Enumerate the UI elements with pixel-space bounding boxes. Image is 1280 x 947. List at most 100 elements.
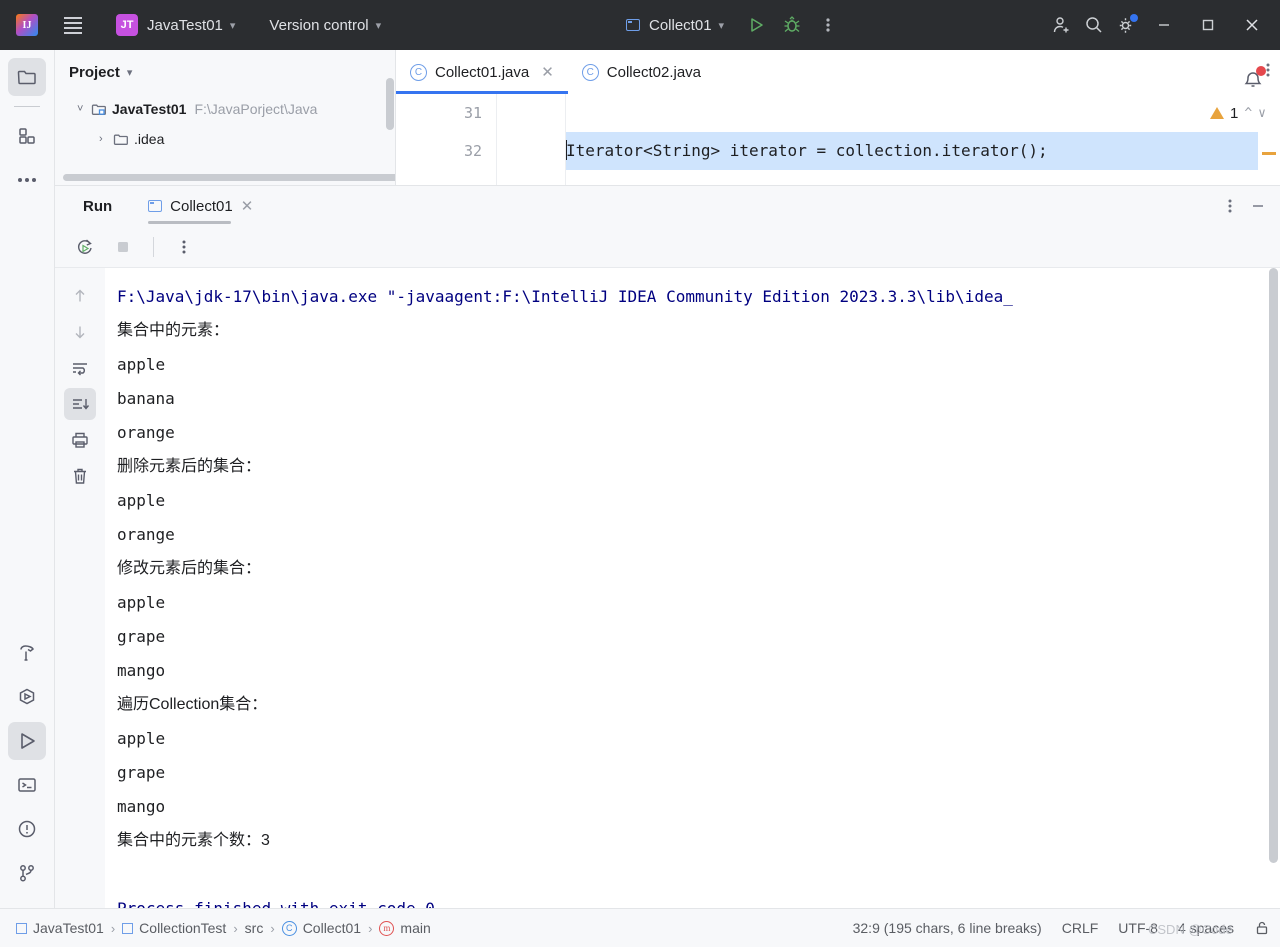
chevron-down-icon: ▾: [229, 19, 236, 32]
breadcrumb-label: CollectionTest: [139, 920, 227, 936]
minimize-icon[interactable]: [1142, 5, 1186, 45]
run-icon[interactable]: [740, 9, 772, 41]
soft-wrap-icon[interactable]: [64, 352, 96, 384]
hamburger-menu-icon[interactable]: [56, 8, 90, 42]
project-panel: Project ▾ ˅ JavaTest01 F:\JavaPorject\Ja…: [55, 50, 395, 185]
minimize-icon[interactable]: [1250, 198, 1266, 214]
java-class-icon: C: [581, 63, 599, 81]
project-panel-header[interactable]: Project ▾: [55, 50, 395, 94]
editor-marker-bar[interactable]: [1258, 132, 1280, 185]
breadcrumb-item-collect01[interactable]: C Collect01: [281, 920, 361, 936]
module-icon: [16, 922, 27, 934]
notifications-button[interactable]: [1225, 50, 1280, 110]
arrow-up-icon[interactable]: [64, 280, 96, 312]
caret-position[interactable]: 32:9 (195 chars, 6 line breaks): [853, 920, 1042, 936]
console-line: 删除元素后的集合：: [117, 458, 262, 475]
sidebar-item-version-control[interactable]: [8, 854, 46, 892]
code-line-32[interactable]: Iterator<String> iterator = collection.i…: [566, 132, 1280, 170]
sidebar-item-problems[interactable]: [8, 810, 46, 848]
tree-item-label: .idea: [134, 131, 165, 147]
run-config-label: Collect01: [649, 16, 712, 34]
sidebar-item-run[interactable]: [8, 722, 46, 760]
more-vertical-icon[interactable]: [1228, 198, 1232, 214]
editor-tab-collect01[interactable]: C Collect01.java ✕: [396, 50, 568, 94]
close-icon[interactable]: ✕: [541, 63, 554, 81]
more-vertical-icon[interactable]: [812, 9, 844, 41]
run-configuration-selector[interactable]: Collect01 ▾: [620, 13, 730, 38]
code-area[interactable]: 31 32 Iterator<String> iterator = collec…: [396, 94, 1280, 185]
breadcrumb-item-javatest01[interactable]: JavaTest01: [16, 920, 104, 936]
editor-code-lines[interactable]: Iterator<String> iterator = collection.i…: [566, 94, 1280, 185]
console-line: orange: [117, 423, 175, 442]
scroll-to-end-icon[interactable]: [64, 388, 96, 420]
java-class-icon: C: [281, 920, 297, 936]
add-user-icon[interactable]: [1046, 9, 1078, 41]
console-toolbar: [55, 268, 105, 908]
breadcrumb-separator: ›: [110, 920, 116, 936]
trash-icon[interactable]: [64, 460, 96, 492]
chevron-down-icon[interactable]: ▾: [127, 66, 133, 79]
arrow-down-icon[interactable]: [64, 316, 96, 348]
more-horizontal-icon[interactable]: [8, 161, 46, 199]
console-line: apple: [117, 491, 166, 510]
breadcrumb-item-src[interactable]: src: [245, 920, 264, 936]
stop-icon[interactable]: [107, 231, 139, 263]
project-panel-vertical-scrollbar[interactable]: [386, 78, 394, 130]
more-vertical-icon[interactable]: [168, 231, 200, 263]
sidebar-item-terminal[interactable]: [8, 766, 46, 804]
title-bar: IJ JT JavaTest01 ▾ Version control ▾ Col…: [0, 0, 1280, 50]
module-icon: [122, 922, 134, 934]
tree-item-javatest01[interactable]: ˅ JavaTest01 F:\JavaPorject\Java: [55, 94, 395, 124]
expander-icon[interactable]: ›: [99, 133, 113, 145]
console-line: mango: [117, 661, 166, 680]
close-icon[interactable]: ✕: [241, 197, 254, 215]
maximize-icon[interactable]: [1186, 5, 1230, 45]
tree-item-idea[interactable]: › .idea: [55, 124, 395, 154]
sidebar-item-project[interactable]: [8, 58, 46, 96]
sidebar-item-build[interactable]: [8, 634, 46, 672]
editor-tab-collect02[interactable]: C Collect02.java: [568, 50, 715, 94]
console-line: Process finished with exit code 0: [117, 892, 1280, 908]
project-badge: JT: [116, 14, 138, 36]
debug-icon[interactable]: [776, 9, 808, 41]
console-wrapper: F:\Java\jdk-17\bin\java.exe "-javaagent:…: [55, 268, 1280, 908]
console-output[interactable]: F:\Java\jdk-17\bin\java.exe "-javaagent:…: [105, 268, 1280, 908]
breadcrumb-item-collectiontest[interactable]: CollectionTest: [122, 920, 226, 936]
console-line: apple: [117, 355, 166, 374]
sidebar-item-structure[interactable]: [8, 117, 46, 155]
lock-icon[interactable]: [1254, 920, 1270, 936]
expander-icon[interactable]: ˅: [77, 103, 91, 115]
breadcrumb-separator: ›: [270, 920, 275, 936]
project-selector[interactable]: JT JavaTest01 ▾: [90, 10, 241, 40]
run-config-icon: [626, 19, 640, 31]
project-name-label: JavaTest01: [147, 16, 223, 34]
run-tab-collect01[interactable]: Collect01 ✕: [148, 186, 253, 226]
file-encoding[interactable]: UTF-8: [1118, 920, 1158, 936]
version-control-label: Version control: [269, 16, 369, 34]
sidebar-item-services[interactable]: [8, 678, 46, 716]
code-line-text: Iterator<String> iterator = collection.i…: [566, 141, 1048, 160]
warning-marker[interactable]: [1262, 152, 1276, 155]
indent-setting[interactable]: 4 spaces: [1178, 920, 1234, 936]
rerun-icon[interactable]: [69, 231, 101, 263]
close-icon[interactable]: [1230, 5, 1274, 45]
print-icon[interactable]: [64, 424, 96, 456]
search-icon[interactable]: [1078, 9, 1110, 41]
left-tool-rail: [0, 50, 55, 908]
editor-tab-bar: C Collect01.java ✕ C Collect02.java: [396, 50, 1280, 94]
console-line: banana: [117, 389, 175, 408]
editor-gutter-fold-column: [496, 94, 566, 185]
breadcrumb: JavaTest01 › CollectionTest › src › C Collect01…: [0, 920, 431, 936]
run-toolbar: [55, 226, 1280, 268]
version-control-menu[interactable]: Version control ▾: [263, 13, 387, 38]
gear-icon[interactable]: [1110, 9, 1142, 41]
line-separator[interactable]: CRLF: [1062, 920, 1099, 936]
breadcrumb-item-main[interactable]: m main: [379, 920, 431, 936]
chevron-down-icon: ▾: [375, 19, 382, 32]
console-vertical-scrollbar[interactable]: [1269, 268, 1278, 863]
project-panel-horizontal-scrollbar[interactable]: [63, 174, 395, 181]
folder-icon: [113, 134, 128, 145]
code-line-31[interactable]: [566, 94, 1280, 132]
project-panel-title: Project: [69, 63, 120, 81]
